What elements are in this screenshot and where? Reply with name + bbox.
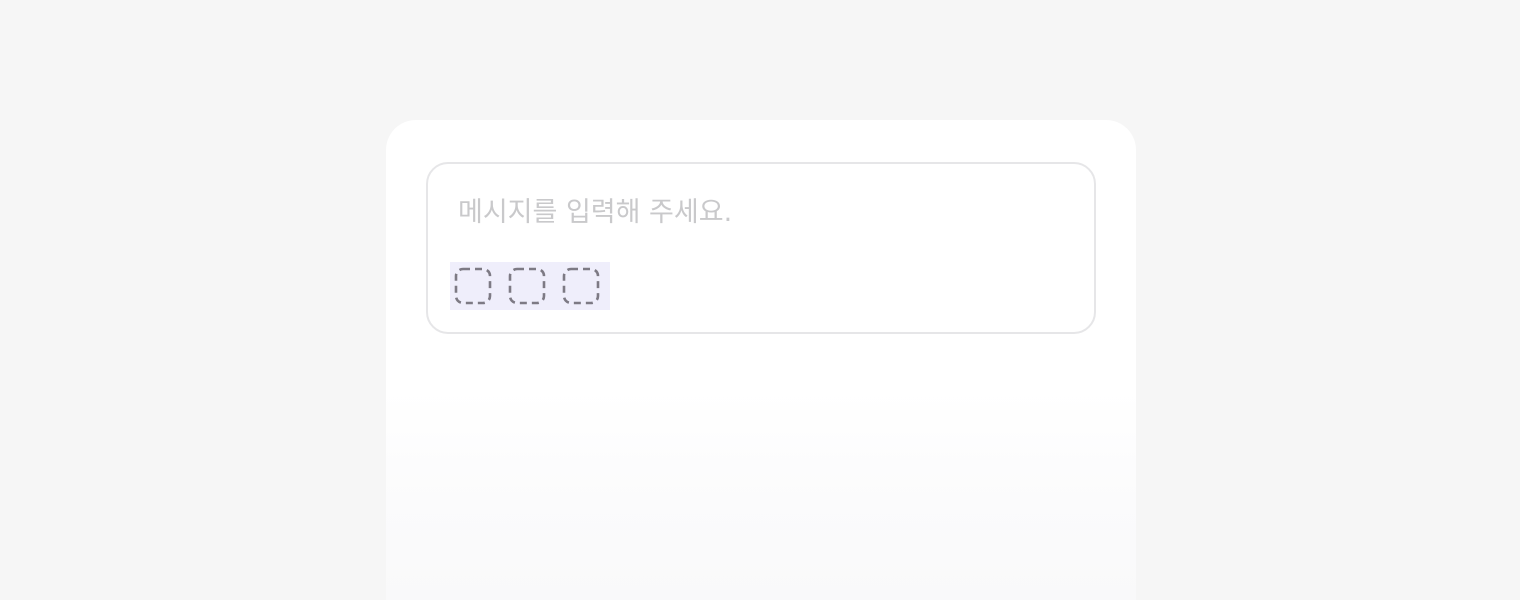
dashed-square-icon[interactable] bbox=[454, 267, 492, 305]
chat-panel bbox=[386, 120, 1136, 600]
message-composer bbox=[426, 162, 1096, 334]
dashed-square-icon[interactable] bbox=[562, 267, 600, 305]
message-input[interactable] bbox=[458, 192, 1058, 232]
dashed-square-icon[interactable] bbox=[508, 267, 546, 305]
attachment-slots bbox=[450, 262, 610, 310]
